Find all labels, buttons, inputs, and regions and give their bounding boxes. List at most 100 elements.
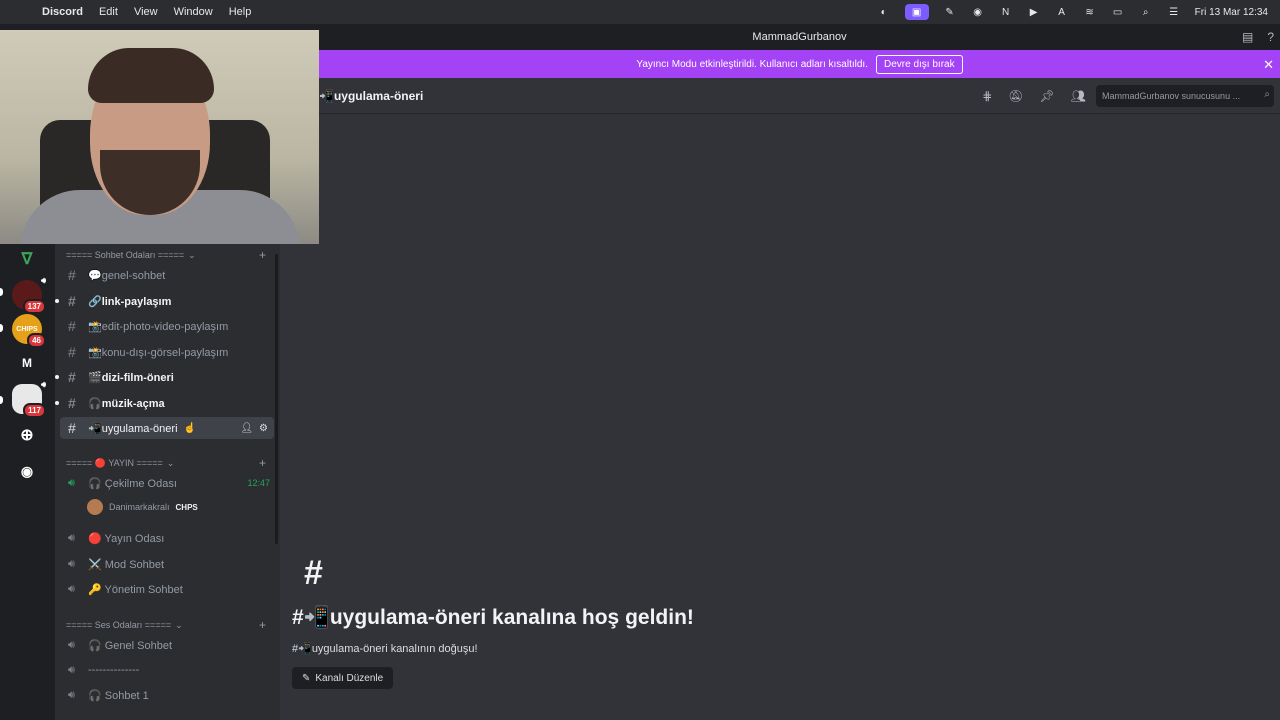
add-server-icon[interactable]: ⊕ [12,420,42,450]
streamer-mode-banner: Yayıncı Modu etkinleştirildi. Kullanıcı … [319,50,1280,78]
avatar [87,499,103,515]
menu-app-discord[interactable]: Discord [42,6,83,18]
voice-sohbet-1[interactable]: 🔊︎ 🎧 Sohbet 1 [60,684,274,706]
category-sohbet-odalari[interactable]: ===== Sohbet Odaları ===== ⌄ + [66,248,266,262]
chevron-down-icon: ⌄ [166,457,175,468]
edit-channel-button[interactable]: ✎ Kanalı Düzenle [292,667,394,689]
threads-icon[interactable]: ⋕ [982,89,992,103]
person-hair [88,48,214,103]
pen-icon[interactable]: ✎ [943,6,957,18]
channel-label: 📸konu-dışı-görsel-paylaşım [88,346,229,359]
hash-icon: # [68,369,76,385]
menubar-status-area: ◐ ▣ ✎ ◉ N ▶ A ≋ ▭ ⌕ ☰ Fri 13 Mar 12:34 [877,4,1280,20]
channel-konu-disi-gorsel[interactable]: # 📸konu-dışı-görsel-paylaşım [60,341,274,363]
hash-icon: # [68,318,76,334]
record-icon[interactable]: ◉ [971,6,985,18]
search-input[interactable]: MammadGurbanov sunucusunu ... ⌕ [1096,84,1274,107]
voice-yonetim-sohbet[interactable]: 🔊︎ 🔑 Yönetim Sohbet [60,578,274,600]
speaker-icon: 🔊︎ [68,531,75,544]
voice-mod-sohbet[interactable]: 🔊︎ ⚔️ Mod Sohbet [60,553,274,575]
channel-label: 🔑 Yönetim Sohbet [88,583,183,596]
search-placeholder: MammadGurbanov sunucusunu ... [1102,90,1241,101]
edit-channel-label: Kanalı Düzenle [315,672,384,684]
screen-record-icon[interactable]: ▣ [904,4,929,20]
menubar-clock[interactable]: Fri 13 Mar 12:34 [1195,7,1268,18]
server-icon-2[interactable]: 🔊︎ 137 [12,276,46,314]
window-titlebar: MammadGurbanov ▤ ? [319,24,1280,50]
status-app-icon[interactable]: ◐ [877,6,891,18]
speaker-icon: 🔊︎ [68,638,75,651]
pencil-icon: ✎ [302,672,311,684]
welcome-title: #📲uygulama-öneri kanalına hoş geldin! [292,606,694,629]
wifi-icon[interactable]: ≋ [1083,6,1097,18]
channel-label: 📲uygulama-öneri [88,422,178,435]
menu-view[interactable]: View [134,6,158,18]
explore-servers-icon[interactable]: ◉ [12,456,42,486]
channel-list: ===== Sohbet Odaları ===== ⌄ + # 💬genel-… [55,244,280,720]
server-list: ∇ 🔊︎ 137 CHIPS 46 M 🔊︎ 117 ⊕ ◉ [0,244,55,720]
mention-badge: 137 [22,299,46,314]
mention-badge: 46 [27,333,46,348]
channel-header-name: 📲uygulama-öneri [319,88,424,103]
add-channel-icon[interactable]: + [259,248,266,262]
guild-tag: CHPS [175,502,198,512]
chevron-down-icon: ⌄ [175,619,183,630]
gear-icon[interactable]: ⚙ [259,423,268,434]
voice-genel-sohbet[interactable]: 🔊︎ 🎧 Genel Sohbet [60,634,274,656]
channel-header: 📲uygulama-öneri ⋕ 🔕︎ 📌︎ 👥︎ MammadGurbano… [319,78,1280,114]
speaker-icon: 🔊︎ [40,276,46,285]
channel-dizi-film-oneri[interactable]: # 🎬dizi-film-öneri [55,366,274,388]
cursor-hand-icon: ☝ [183,422,196,434]
channel-label: 🎧 Sohbet 1 [88,689,149,702]
channel-link-paylasim[interactable]: # 🔗link-paylaşım [55,290,274,312]
channel-uygulama-oneri[interactable]: # 📲uygulama-öneri ☝ 👤︎ ⚙ [60,417,274,439]
welcome-hash-icon: # [304,554,323,592]
help-icon[interactable]: ? [1267,30,1274,44]
category-label: ===== 🔴 YAYIN ===== [66,457,163,468]
menu-help[interactable]: Help [229,6,252,18]
create-invite-icon[interactable]: 👤︎ [240,423,253,434]
voice-cekilme-odasi[interactable]: 🔊︎ 🎧 Çekilme Odası 12:47 [60,472,274,494]
channel-list-scrollbar[interactable] [275,254,278,544]
pin-icon[interactable]: 📌︎ [1040,89,1055,103]
server-icon-5[interactable]: 🔊︎ 117 [12,380,46,418]
notification-bell-icon[interactable]: 🔕︎ [1008,89,1023,103]
channel-label: 🔴 Yayın Odası [88,532,165,545]
hash-icon: # [68,267,76,283]
channel-label: 💬genel-sohbet [88,269,166,282]
channel-label: 🔗link-paylaşım [88,295,172,308]
add-channel-icon[interactable]: + [259,618,266,632]
notion-icon[interactable]: N [999,6,1013,18]
server-icon-chips[interactable]: CHIPS 46 [12,314,46,348]
menu-edit[interactable]: Edit [99,6,118,18]
server-icon-v[interactable]: ∇ [12,244,42,274]
channel-muzik-acma[interactable]: # 🎧müzik-açma [55,392,274,414]
voice-user[interactable]: Danimarkakralı CHPS [87,499,198,515]
add-channel-icon[interactable]: + [259,456,266,470]
disable-streamer-mode-button[interactable]: Devre dışı bırak [876,54,963,74]
message-area: # #📲uygulama-öneri kanalına hoş geldin! … [280,244,1280,720]
server-icon-m[interactable]: M [12,348,42,378]
battery-icon[interactable]: ▭ [1111,6,1125,18]
voice-yayin-odasi[interactable]: 🔊︎ 🔴 Yayın Odası [60,527,274,549]
channel-edit-photo-video[interactable]: # 📸edit-photo-video-paylaşım [60,315,274,337]
channel-genel-sohbet[interactable]: # 💬genel-sohbet [60,264,274,286]
message-area-top [319,114,1280,244]
server-m-label: M [22,356,32,370]
category-ses-odalari[interactable]: ===== Ses Odaları ===== ⌄ + [66,618,266,632]
play-icon[interactable]: ▶ [1027,6,1041,18]
channel-label: 🎬dizi-film-öneri [88,371,174,384]
control-center-icon[interactable]: ☰ [1167,6,1181,18]
search-icon[interactable]: ⌕ [1139,6,1153,18]
unread-pill [0,288,3,296]
speaker-icon: 🔊︎ [68,557,75,570]
inbox-icon[interactable]: ▤ [1242,30,1253,44]
category-yayin[interactable]: ===== 🔴 YAYIN ===== ⌄ + [66,456,266,470]
menu-window[interactable]: Window [174,6,213,18]
voice-timer: 12:47 [247,478,270,488]
voice-separator[interactable]: 🔊︎ -------------- [60,659,274,681]
members-icon[interactable]: 👥︎ [1071,89,1086,103]
close-icon[interactable]: ✕ [1263,57,1274,73]
keyboard-input-icon[interactable]: A [1055,6,1069,18]
unread-dot [55,375,59,379]
